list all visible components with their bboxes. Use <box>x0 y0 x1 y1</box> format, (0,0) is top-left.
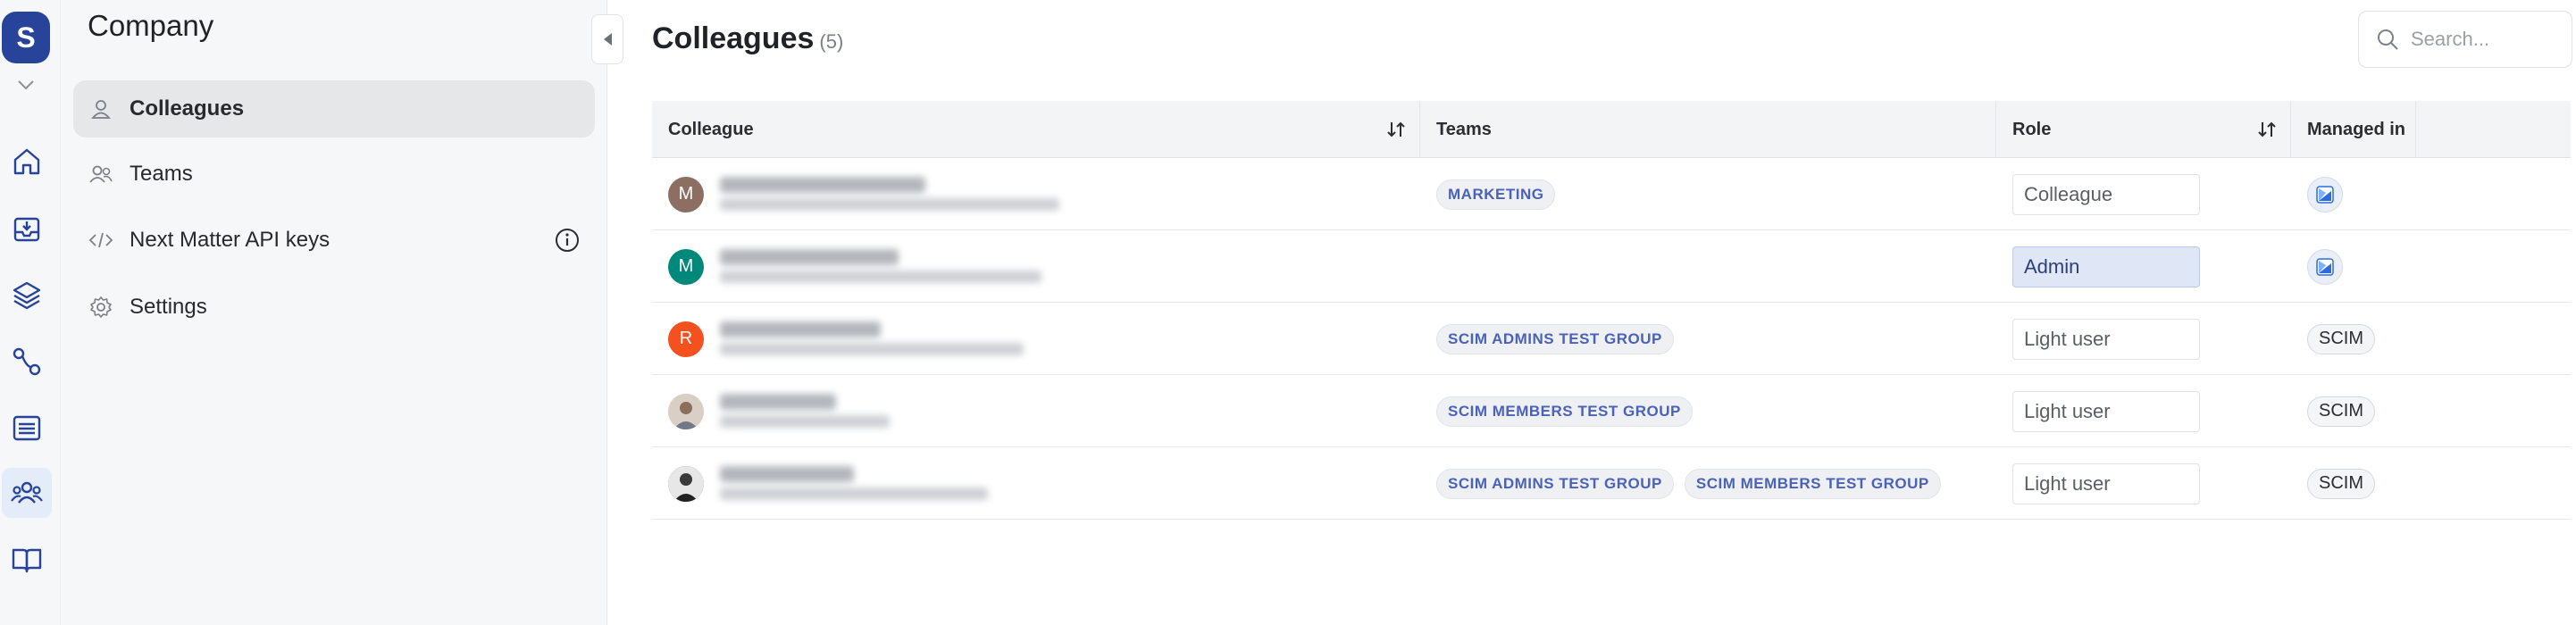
role-select[interactable]: Admin <box>2012 246 2200 288</box>
page-title: Colleagues (5) <box>652 21 843 56</box>
column-header-label: Role <box>2012 119 2052 139</box>
sidebar-item-colleagues[interactable]: Colleagues <box>73 80 595 138</box>
table-row[interactable]: M Admin <box>652 230 2571 303</box>
workflow-icon[interactable] <box>2 337 52 387</box>
sidebar-item-label: Settings <box>130 295 207 319</box>
inbox-icon[interactable] <box>2 204 52 254</box>
search-icon <box>2378 29 2398 50</box>
column-header-label: Managed in <box>2307 119 2406 139</box>
user-icon <box>88 96 114 122</box>
nav-rail: S <box>0 0 61 625</box>
redacted-user-info <box>720 314 1131 364</box>
sidebar-item-api-keys[interactable]: Next Matter API keys <box>73 212 595 269</box>
sidebar-item-teams[interactable]: Teams <box>73 146 595 203</box>
users-icon <box>88 161 114 188</box>
code-icon <box>88 227 114 254</box>
layers-icon[interactable] <box>2 270 52 320</box>
search-input[interactable] <box>2411 28 2554 51</box>
collapse-sidebar-button[interactable] <box>591 14 623 64</box>
sidebar-item-label: Next Matter API keys <box>130 228 330 252</box>
sidebar-item-label: Colleagues <box>130 96 245 121</box>
avatar-photo <box>668 465 704 502</box>
gear-icon <box>88 294 114 321</box>
sidebar-item-settings[interactable]: Settings <box>73 279 595 336</box>
colleague-count: (5) <box>819 30 844 53</box>
column-header-colleague[interactable]: Colleague <box>652 101 1420 158</box>
book-icon[interactable] <box>2 535 52 585</box>
redacted-user-info <box>720 387 1131 437</box>
sidebar: Company Colleagues Teams Next Matter API… <box>61 0 607 625</box>
info-icon[interactable] <box>554 227 581 254</box>
team-chip[interactable]: SCIM ADMINS TEST GROUP <box>1436 323 1674 354</box>
app-managed-icon <box>2307 248 2343 285</box>
column-header-label: Teams <box>1436 119 1492 139</box>
home-icon[interactable] <box>2 137 52 187</box>
page-title-text: Colleagues <box>652 21 815 55</box>
column-header-role[interactable]: Role <box>1996 101 2291 158</box>
team-chip[interactable]: SCIM ADMINS TEST GROUP <box>1436 468 1674 499</box>
sidebar-title: Company <box>88 9 214 42</box>
table-row[interactable]: SCIM MEMBERS TEST GROUP Light user SCIM <box>652 375 2571 447</box>
table-header: Colleague Teams Role Managed in <box>652 101 2571 158</box>
role-select[interactable]: Light user <box>2012 462 2200 504</box>
managed-badge: SCIM <box>2307 396 2375 427</box>
column-header-managed-in: Managed in <box>2291 101 2416 158</box>
app-root: S Company Colleagues Teams Next Matter A… <box>0 0 2576 625</box>
role-select[interactable]: Light user <box>2012 390 2200 432</box>
chevron-down-icon[interactable] <box>13 75 38 95</box>
avatar-photo <box>668 393 704 429</box>
managed-badge: SCIM <box>2307 323 2375 354</box>
managed-badge: SCIM <box>2307 468 2375 499</box>
table-row[interactable]: SCIM ADMINS TEST GROUP SCIM MEMBERS TEST… <box>652 447 2571 520</box>
colleagues-table: Colleague Teams Role Managed in M MARKET… <box>652 101 2571 520</box>
role-select[interactable]: Colleague <box>2012 173 2200 215</box>
table-row[interactable]: R SCIM ADMINS TEST GROUP Light user SCIM <box>652 303 2571 375</box>
redacted-user-info <box>720 170 1131 220</box>
avatar: M <box>668 248 704 285</box>
redacted-user-info <box>720 459 1131 509</box>
column-header-label: Colleague <box>668 119 754 139</box>
caret-left-icon <box>604 33 612 46</box>
role-select[interactable]: Light user <box>2012 318 2200 360</box>
list-icon[interactable] <box>2 403 52 453</box>
team-chip[interactable]: SCIM MEMBERS TEST GROUP <box>1436 396 1693 427</box>
search-field[interactable] <box>2358 11 2572 68</box>
column-header-teams: Teams <box>1420 101 1996 158</box>
avatar: R <box>668 321 704 357</box>
avatar: M <box>668 176 704 212</box>
redacted-user-info <box>720 242 1131 292</box>
sidebar-item-label: Teams <box>130 162 193 186</box>
team-chip[interactable]: MARKETING <box>1436 179 1556 210</box>
table-row[interactable]: M MARKETING Colleague <box>652 158 2571 230</box>
team-chip[interactable]: SCIM MEMBERS TEST GROUP <box>1684 468 1941 499</box>
app-managed-icon <box>2307 176 2343 212</box>
people-icon[interactable] <box>2 468 52 518</box>
workspace-logo[interactable]: S <box>2 12 50 63</box>
sort-icon[interactable] <box>1385 119 1407 140</box>
sort-icon[interactable] <box>2256 119 2278 140</box>
